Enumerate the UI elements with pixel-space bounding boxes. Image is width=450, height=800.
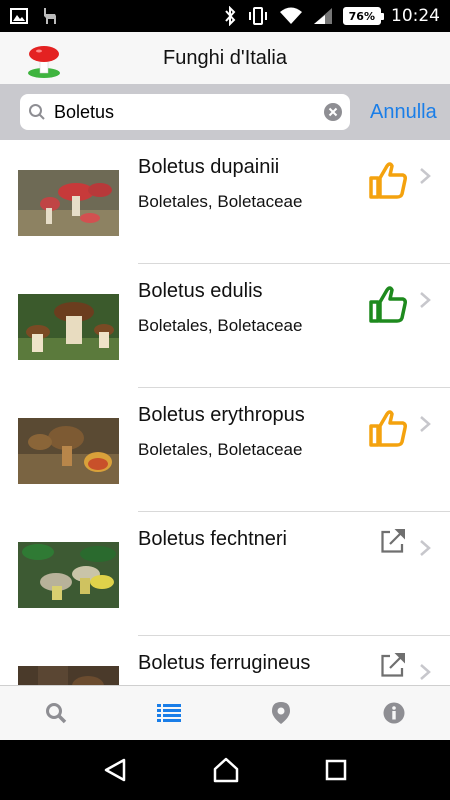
tab-map[interactable] — [225, 686, 338, 740]
list-item[interactable]: Boletus fechtneri — [0, 512, 450, 636]
mushroom-photo — [18, 170, 119, 236]
cancel-button[interactable]: Annulla — [370, 101, 437, 124]
info-icon — [383, 702, 405, 724]
battery-indicator: 76% — [342, 7, 385, 25]
gallery-icon — [10, 8, 28, 24]
search-input[interactable] — [54, 101, 324, 123]
screen: 76% 10:24 Funghi d'Italia Boletus Annull… — [0, 0, 450, 800]
search-box[interactable] — [20, 94, 350, 130]
item-family: Boletales, Boletaceae — [138, 316, 303, 335]
cell-signal-icon — [313, 8, 332, 24]
app-header: Funghi d'Italia — [0, 32, 450, 84]
tab-list[interactable] — [113, 686, 226, 740]
app-logo-icon — [28, 46, 60, 78]
tab-info[interactable] — [338, 686, 450, 740]
battery-percent: 76% — [348, 9, 375, 23]
external-link-icon — [381, 653, 405, 677]
list-item[interactable]: Boletus edulis Boletales, Boletaceae — [0, 264, 450, 388]
status-bar: 76% 10:24 — [0, 0, 450, 32]
tab-bar — [0, 685, 450, 740]
close-icon — [328, 107, 338, 117]
item-family: Boletales, Boletaceae — [138, 440, 303, 459]
list-icon — [156, 704, 181, 722]
location-pin-icon — [272, 702, 291, 724]
wifi-icon — [279, 7, 302, 24]
tab-search[interactable] — [0, 686, 113, 740]
list-item[interactable]: Boletus dupainii Boletales, Boletaceae — [0, 140, 450, 264]
item-name: Boletus erythropus — [138, 404, 305, 426]
chevron-right-icon — [420, 664, 431, 680]
vibrate-icon — [248, 7, 267, 25]
mushroom-photo — [18, 294, 119, 360]
home-icon[interactable] — [212, 757, 240, 783]
clock: 10:24 — [391, 6, 440, 26]
chevron-right-icon — [420, 292, 431, 308]
search-icon — [46, 703, 67, 724]
mushroom-photo — [18, 418, 119, 484]
page-title: Funghi d'Italia — [163, 46, 287, 69]
results-list: Boletus dupainii Boletales, Boletaceae B… — [0, 140, 450, 685]
item-name: Boletus edulis — [138, 280, 263, 302]
system-nav-bar — [0, 740, 450, 800]
item-name: Boletus fechtneri — [138, 528, 287, 550]
search-bar: Annulla — [0, 84, 450, 140]
item-name: Boletus ferrugineus — [138, 652, 311, 674]
external-link-icon — [381, 529, 405, 553]
mushroom-photo — [18, 542, 119, 608]
item-name: Boletus dupainii — [138, 156, 280, 178]
chevron-right-icon — [420, 168, 431, 184]
thumb-up-icon — [369, 162, 407, 199]
back-icon[interactable] — [102, 757, 128, 783]
mushroom-photo — [18, 666, 119, 685]
llama-icon — [44, 8, 56, 24]
chevron-right-icon — [420, 416, 431, 432]
bluetooth-icon — [224, 6, 236, 26]
chevron-right-icon — [420, 540, 431, 556]
recents-icon[interactable] — [324, 758, 348, 782]
thumb-up-icon — [369, 410, 407, 447]
list-item[interactable]: Boletus ferrugineus — [0, 636, 450, 685]
thumb-up-icon — [369, 286, 407, 323]
list-item[interactable]: Boletus erythropus Boletales, Boletaceae — [0, 388, 450, 512]
clear-search-button[interactable] — [324, 103, 342, 121]
item-family: Boletales, Boletaceae — [138, 192, 303, 211]
search-icon — [29, 104, 45, 120]
